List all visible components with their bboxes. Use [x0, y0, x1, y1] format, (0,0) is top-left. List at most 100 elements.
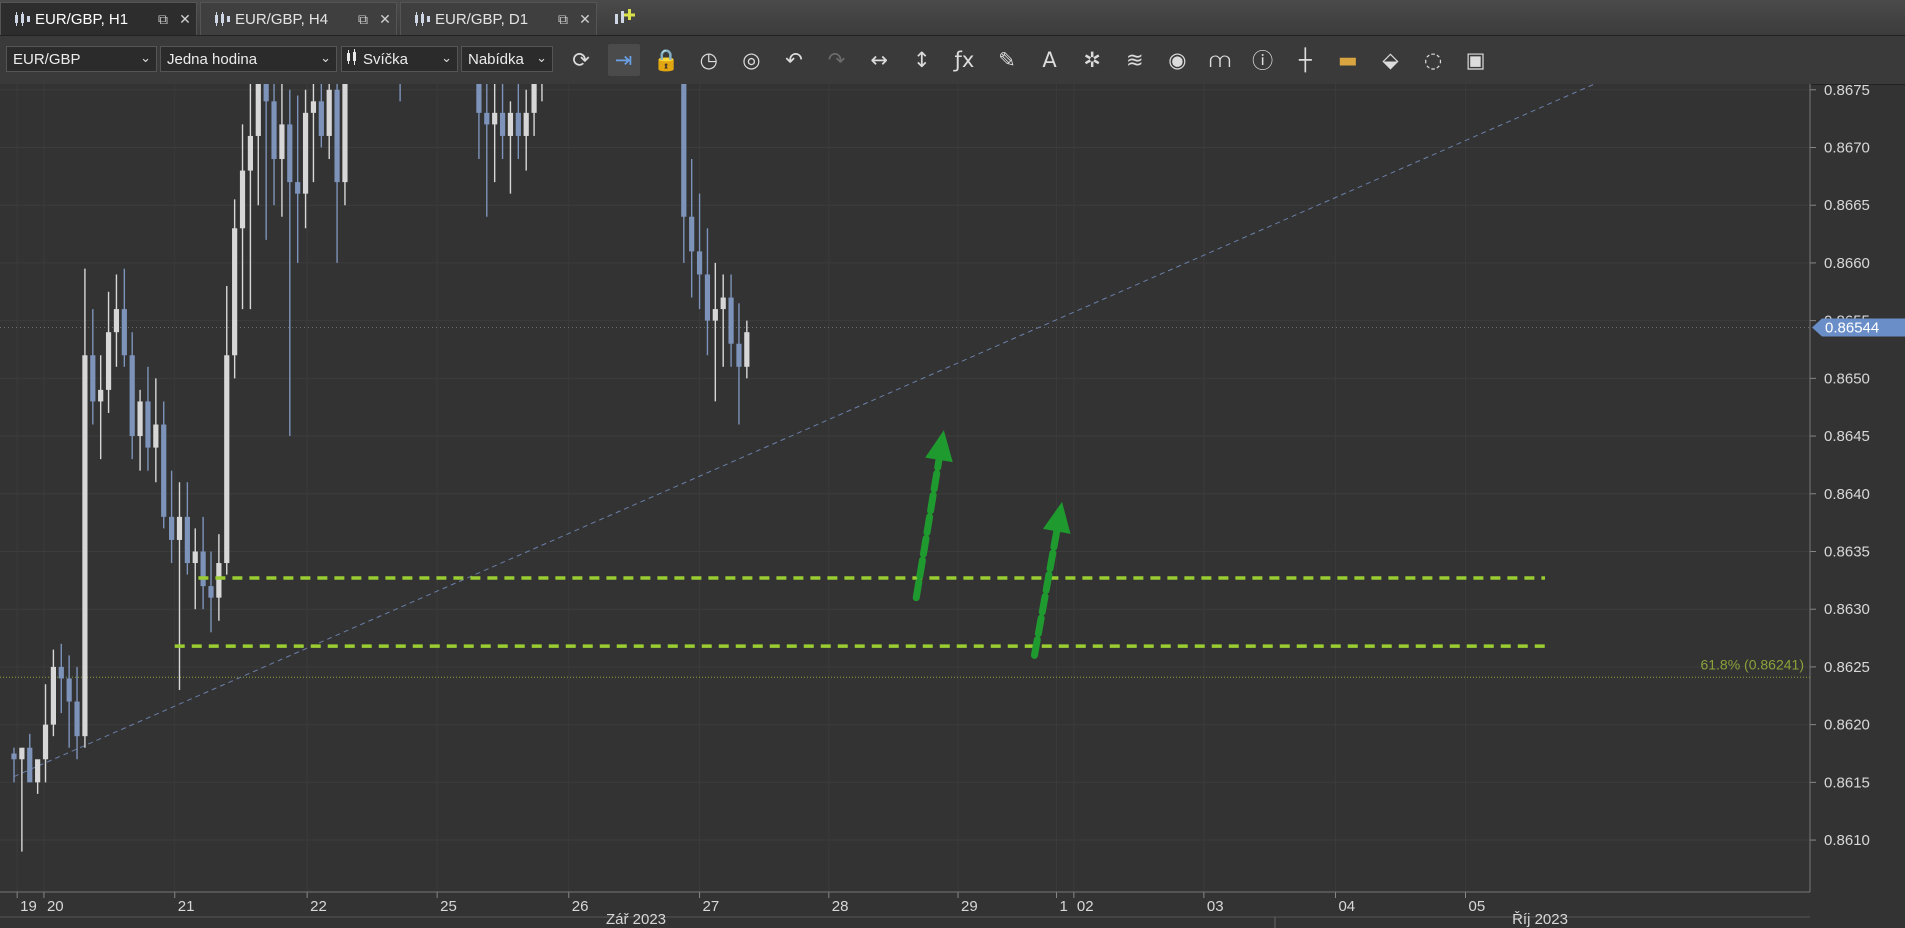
y-tick-label: 0.8645 — [1824, 428, 1870, 445]
alert-icon[interactable]: ⩋ — [1204, 44, 1236, 76]
y-tick-label: 0.8615 — [1824, 774, 1870, 791]
tab-label: EUR/GBP, H1 — [35, 10, 129, 28]
tab-eurgbp-h4[interactable]: EUR/GBP, H4 ⧉ ✕ — [200, 2, 397, 35]
candle-body — [19, 747, 25, 760]
price-side-value: Nabídka — [468, 50, 524, 68]
close-icon[interactable]: ✕ — [374, 11, 396, 28]
candle-body — [58, 666, 64, 679]
chevron-down-icon: ⌄ — [441, 50, 452, 65]
candle-body — [208, 586, 214, 598]
text-glyph: A — [1042, 48, 1057, 72]
candle-body — [279, 124, 285, 160]
candle-body — [247, 135, 253, 171]
layers-icon[interactable]: ≋ — [1119, 44, 1151, 76]
refresh-icon[interactable]: ⟳ — [565, 44, 597, 76]
candle-body — [239, 170, 246, 229]
pencil-icon[interactable]: ✎ — [991, 44, 1023, 76]
cycle-icon[interactable]: ◌ — [1417, 44, 1449, 76]
tab-eurgbp-d1[interactable]: EUR/GBP, D1 ⧉ ✕ — [400, 2, 597, 35]
undock-icon[interactable]: ⧉ — [552, 11, 574, 28]
candle-body — [113, 309, 120, 333]
candlestick-icon — [9, 12, 35, 26]
y-tick-label: 0.8625 — [1824, 659, 1870, 676]
month-label: Říj 2023 — [1512, 911, 1568, 928]
zoom-period-icon[interactable]: ◷ — [693, 44, 725, 76]
undo-icon[interactable]: ↶ — [778, 44, 810, 76]
x-tick-label: 29 — [961, 898, 978, 915]
candle-body — [82, 355, 88, 737]
candlestick-icon — [209, 12, 235, 26]
chevron-down-icon: ⌄ — [536, 50, 547, 65]
candle-body — [200, 551, 206, 587]
chart-toolbar: EUR/GBP ⌄ Jedna hodina ⌄ Svíčka ⌄ Nabídk… — [0, 36, 1905, 85]
candle-body — [271, 101, 277, 160]
chevron-down-icon: ⌄ — [140, 50, 151, 65]
y-tick-label: 0.8630 — [1824, 601, 1870, 618]
candle-body — [232, 228, 238, 356]
eye-icon[interactable]: ◉ — [1161, 44, 1193, 76]
candle-body — [176, 516, 183, 540]
period-value: Jedna hodina — [167, 50, 258, 68]
candle-body — [302, 112, 309, 194]
vertical-resize-icon[interactable]: ↕ — [906, 44, 938, 76]
candle-body — [523, 112, 529, 136]
indicator-fx-glyph: ƒx — [954, 48, 975, 72]
candle-body — [137, 401, 143, 437]
candlestick-icon — [409, 12, 435, 26]
period-select[interactable]: Jedna hodina ⌄ — [160, 46, 337, 72]
candle-body — [145, 401, 151, 448]
horizontal-resize-icon[interactable]: ↔ — [863, 44, 895, 76]
chart-type-value: Svíčka — [363, 50, 409, 68]
x-tick-label: 28 — [832, 898, 849, 915]
save-icon[interactable]: ▣ — [1460, 44, 1492, 76]
price-side-select[interactable]: Nabídka ⌄ — [461, 46, 553, 72]
info-icon[interactable]: ⓘ — [1247, 44, 1279, 76]
pattern-icon[interactable]: ✲ — [1076, 44, 1108, 76]
x-tick-label: 22 — [310, 898, 327, 915]
paint-glyph: ⬙ — [1382, 48, 1399, 72]
candle-body — [484, 112, 490, 125]
candle-body — [696, 251, 703, 275]
instrument-select[interactable]: EUR/GBP ⌄ — [6, 46, 157, 72]
text-icon[interactable]: A — [1034, 44, 1066, 76]
pencil-glyph: ✎ — [998, 48, 1016, 72]
candle-body — [98, 389, 104, 402]
candle-body — [129, 355, 135, 437]
redo-icon[interactable]: ↷ — [821, 44, 853, 76]
candle-body — [704, 274, 711, 321]
lock-icon[interactable]: 🔒 — [650, 44, 682, 76]
tab-eurgbp-h1[interactable]: EUR/GBP, H1 ⧉ ✕ — [0, 2, 197, 35]
candle-body — [318, 101, 324, 136]
crosshair-icon[interactable]: ┼ — [1289, 44, 1321, 76]
indicator-fx-icon[interactable]: ƒx — [948, 44, 980, 76]
price-chart[interactable]: 0.86750.86700.86650.86600.86550.86500.86… — [0, 84, 1905, 928]
heatmap-icon[interactable]: ▬ — [1332, 44, 1364, 76]
close-icon[interactable]: ✕ — [574, 11, 596, 28]
candle-body — [689, 216, 695, 252]
add-chart-button[interactable] — [612, 6, 638, 30]
alert-glyph: ⩋ — [1209, 47, 1231, 72]
close-icon[interactable]: ✕ — [174, 11, 196, 28]
y-tick-label: 0.8650 — [1824, 370, 1870, 387]
candle-body — [712, 309, 718, 321]
candle-body — [35, 759, 41, 783]
info-glyph: ⓘ — [1252, 49, 1274, 73]
candle-body — [728, 297, 734, 344]
candle-body — [287, 124, 293, 183]
redo-glyph: ↷ — [827, 48, 846, 72]
y-tick-label: 0.8620 — [1824, 717, 1870, 734]
tab-label: EUR/GBP, D1 — [435, 10, 529, 28]
y-tick-label: 0.8675 — [1824, 84, 1870, 99]
chart-type-select[interactable]: Svíčka ⌄ — [341, 46, 458, 72]
undo-glyph: ↶ — [785, 48, 803, 72]
y-tick-label: 0.8670 — [1824, 139, 1870, 156]
x-tick-label: 04 — [1338, 898, 1355, 915]
paint-icon[interactable]: ⬙ — [1374, 44, 1406, 76]
undock-icon[interactable]: ⧉ — [352, 11, 374, 28]
x-tick-label: 1 — [1060, 898, 1068, 915]
x-tick-label: 02 — [1077, 898, 1094, 915]
undock-icon[interactable]: ⧉ — [152, 11, 174, 28]
candle-body — [263, 84, 269, 102]
autoshift-icon[interactable]: ⇥ — [607, 44, 640, 76]
zoom-fit-icon[interactable]: ◎ — [735, 44, 767, 76]
